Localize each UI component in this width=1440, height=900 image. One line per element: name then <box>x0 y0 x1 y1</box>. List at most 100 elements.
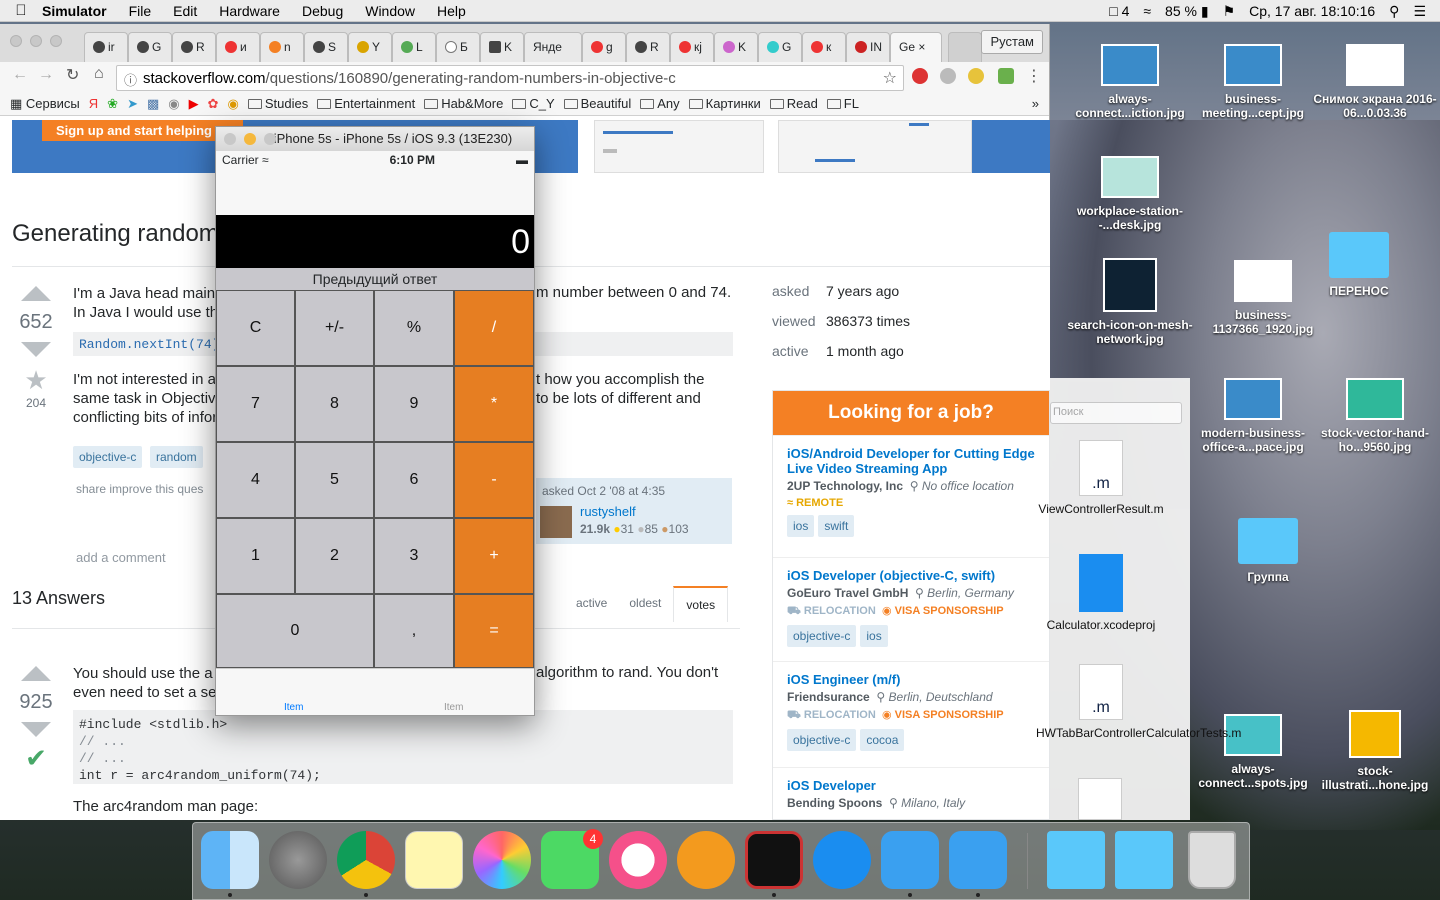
new-tab-button[interactable] <box>948 32 982 62</box>
question-title[interactable]: Generating random <box>12 220 219 248</box>
signup-button[interactable]: Sign up and start helping → <box>42 120 243 141</box>
user-name[interactable]: rustyshelf <box>580 504 636 519</box>
avatar[interactable] <box>540 506 572 538</box>
file-item[interactable]: .m HWTabBarControllerCalculatorTests.m <box>1036 664 1241 740</box>
downvote-icon[interactable] <box>21 342 51 357</box>
tab[interactable]: L <box>392 32 436 62</box>
more-bookmarks-icon[interactable]: » <box>1032 96 1039 111</box>
notification-center-icon[interactable]: ☰ <box>1413 3 1426 20</box>
tag[interactable]: ios <box>860 625 888 647</box>
battery-status[interactable]: 85 % ▮ <box>1165 3 1209 20</box>
menu-file[interactable]: File <box>129 3 152 19</box>
chrome-icon[interactable] <box>337 831 395 889</box>
tab[interactable]: к <box>802 32 846 62</box>
tab[interactable]: G <box>128 32 172 62</box>
tag[interactable]: random <box>149 446 203 468</box>
tag[interactable]: objective-c <box>73 446 143 468</box>
desktop-file[interactable]: always-connect...iction.jpg <box>1065 44 1195 120</box>
bookmark-icon[interactable]: ◉ <box>228 96 239 112</box>
wifi-icon[interactable]: ≈ <box>1143 3 1151 20</box>
tag[interactable]: objective-c <box>787 729 857 751</box>
bookmark-folder[interactable]: Any <box>640 96 680 111</box>
tab[interactable]: IN <box>846 32 890 62</box>
menu-help[interactable]: Help <box>437 3 466 19</box>
key-4[interactable]: 4 <box>216 442 295 518</box>
key-subtract[interactable]: - <box>454 442 534 518</box>
key-equals[interactable]: = <box>454 594 534 668</box>
bookmark-folder[interactable]: Hab&More <box>424 96 503 111</box>
key-divide[interactable]: / <box>454 290 534 366</box>
job-listing[interactable]: iOS/Android Developer for Cutting Edge L… <box>773 435 1049 557</box>
xcode-icon[interactable] <box>881 831 939 889</box>
upvote-icon[interactable] <box>21 666 51 681</box>
job-listing[interactable]: iOS Engineer (m/f) Friendsurance ⚲ Berli… <box>773 661 1049 767</box>
key-3[interactable]: 3 <box>374 518 454 594</box>
minimize-window-button[interactable] <box>244 133 256 145</box>
tag[interactable]: swift <box>818 515 855 537</box>
tab[interactable]: Y <box>348 32 392 62</box>
upvote-icon[interactable] <box>21 286 51 301</box>
spotlight-icon[interactable]: ⚲ <box>1389 3 1399 20</box>
clock[interactable]: Ср, 17 авг. 18:10:16 <box>1249 3 1375 20</box>
job-title[interactable]: iOS Developer <box>787 778 1035 793</box>
tab-votes[interactable]: votes <box>673 586 729 622</box>
app-store-icon[interactable] <box>813 831 871 889</box>
bookmark-folder[interactable]: FL <box>826 96 859 111</box>
finder-search[interactable]: Поиск <box>1050 402 1182 424</box>
job-title[interactable]: iOS Engineer (m/f) <box>787 672 1035 687</box>
key-clear[interactable]: C <box>216 290 295 366</box>
previous-answer-button[interactable]: Предыдущий ответ <box>216 268 534 290</box>
yandex-icon[interactable]: Я <box>89 96 98 111</box>
key-add[interactable]: + <box>454 518 534 594</box>
profile-button[interactable]: Рустам <box>981 30 1043 54</box>
intellij-icon[interactable] <box>745 831 803 889</box>
menu-app-simulator[interactable]: Simulator <box>42 3 107 19</box>
folder-icon[interactable] <box>1047 831 1105 889</box>
zoom-window-button[interactable] <box>50 35 62 47</box>
key-0[interactable]: 0 <box>216 594 374 668</box>
tab[interactable]: K <box>480 32 524 62</box>
adblock-icon[interactable] <box>912 68 928 84</box>
simulator-icon[interactable] <box>949 831 1007 889</box>
menu-hardware[interactable]: Hardware <box>219 3 280 19</box>
tag[interactable]: objective-c <box>787 625 857 647</box>
tab[interactable]: G <box>758 32 802 62</box>
extension-icon[interactable] <box>998 68 1014 84</box>
key-decimal[interactable]: , <box>374 594 454 668</box>
desktop-file[interactable]: stock-vector-hand-ho...9560.jpg <box>1310 378 1440 454</box>
key-7[interactable]: 7 <box>216 366 295 442</box>
bookmark-icon[interactable]: ◉ <box>168 96 179 112</box>
input-source-icon[interactable]: □ 4 <box>1109 3 1129 20</box>
minimize-window-button[interactable] <box>30 35 42 47</box>
bookmark-folder[interactable]: Read <box>769 96 818 111</box>
info-icon[interactable]: ⓘ <box>124 70 137 89</box>
bookmark-star-icon[interactable]: ☆ <box>883 68 897 88</box>
menu-debug[interactable]: Debug <box>302 3 343 19</box>
tab[interactable]: Янде <box>524 32 582 62</box>
flag-icon[interactable]: ⚑ <box>1223 3 1236 20</box>
key-9[interactable]: 9 <box>374 366 454 442</box>
tag[interactable]: cocoa <box>860 729 905 751</box>
desktop-file[interactable]: search-icon-on-mesh-network.jpg <box>1065 258 1195 346</box>
tab-item-2[interactable]: Item <box>444 702 463 713</box>
desktop-file[interactable]: business-1137366_1920.jpg <box>1198 260 1328 336</box>
key-1[interactable]: 1 <box>216 518 295 594</box>
launchpad-icon[interactable] <box>269 831 327 889</box>
tab-active-sort[interactable]: active <box>566 586 617 622</box>
tab-item-1[interactable]: Item <box>284 702 303 713</box>
address-bar[interactable]: ⓘ stackoverflow.com/questions/160890/gen… <box>116 65 904 91</box>
post-menu[interactable]: share improve this ques <box>76 482 203 496</box>
menu-window[interactable]: Window <box>365 3 415 19</box>
tab[interactable]: n <box>260 32 304 62</box>
desktop-file[interactable]: business-meeting...cept.jpg <box>1188 44 1318 120</box>
add-comment-link[interactable]: add a comment <box>76 550 166 565</box>
desktop-file[interactable]: Снимок экрана 2016-06...0.03.36 <box>1310 44 1440 120</box>
favorite-star-icon[interactable]: ★ <box>14 365 58 396</box>
tab[interactable]: Б <box>436 32 480 62</box>
tab[interactable]: ir <box>84 32 128 62</box>
tab[interactable]: кј <box>670 32 714 62</box>
ibooks-icon[interactable] <box>677 831 735 889</box>
close-window-button[interactable] <box>10 35 22 47</box>
tab[interactable]: K <box>714 32 758 62</box>
downloads-icon[interactable] <box>1115 831 1173 889</box>
